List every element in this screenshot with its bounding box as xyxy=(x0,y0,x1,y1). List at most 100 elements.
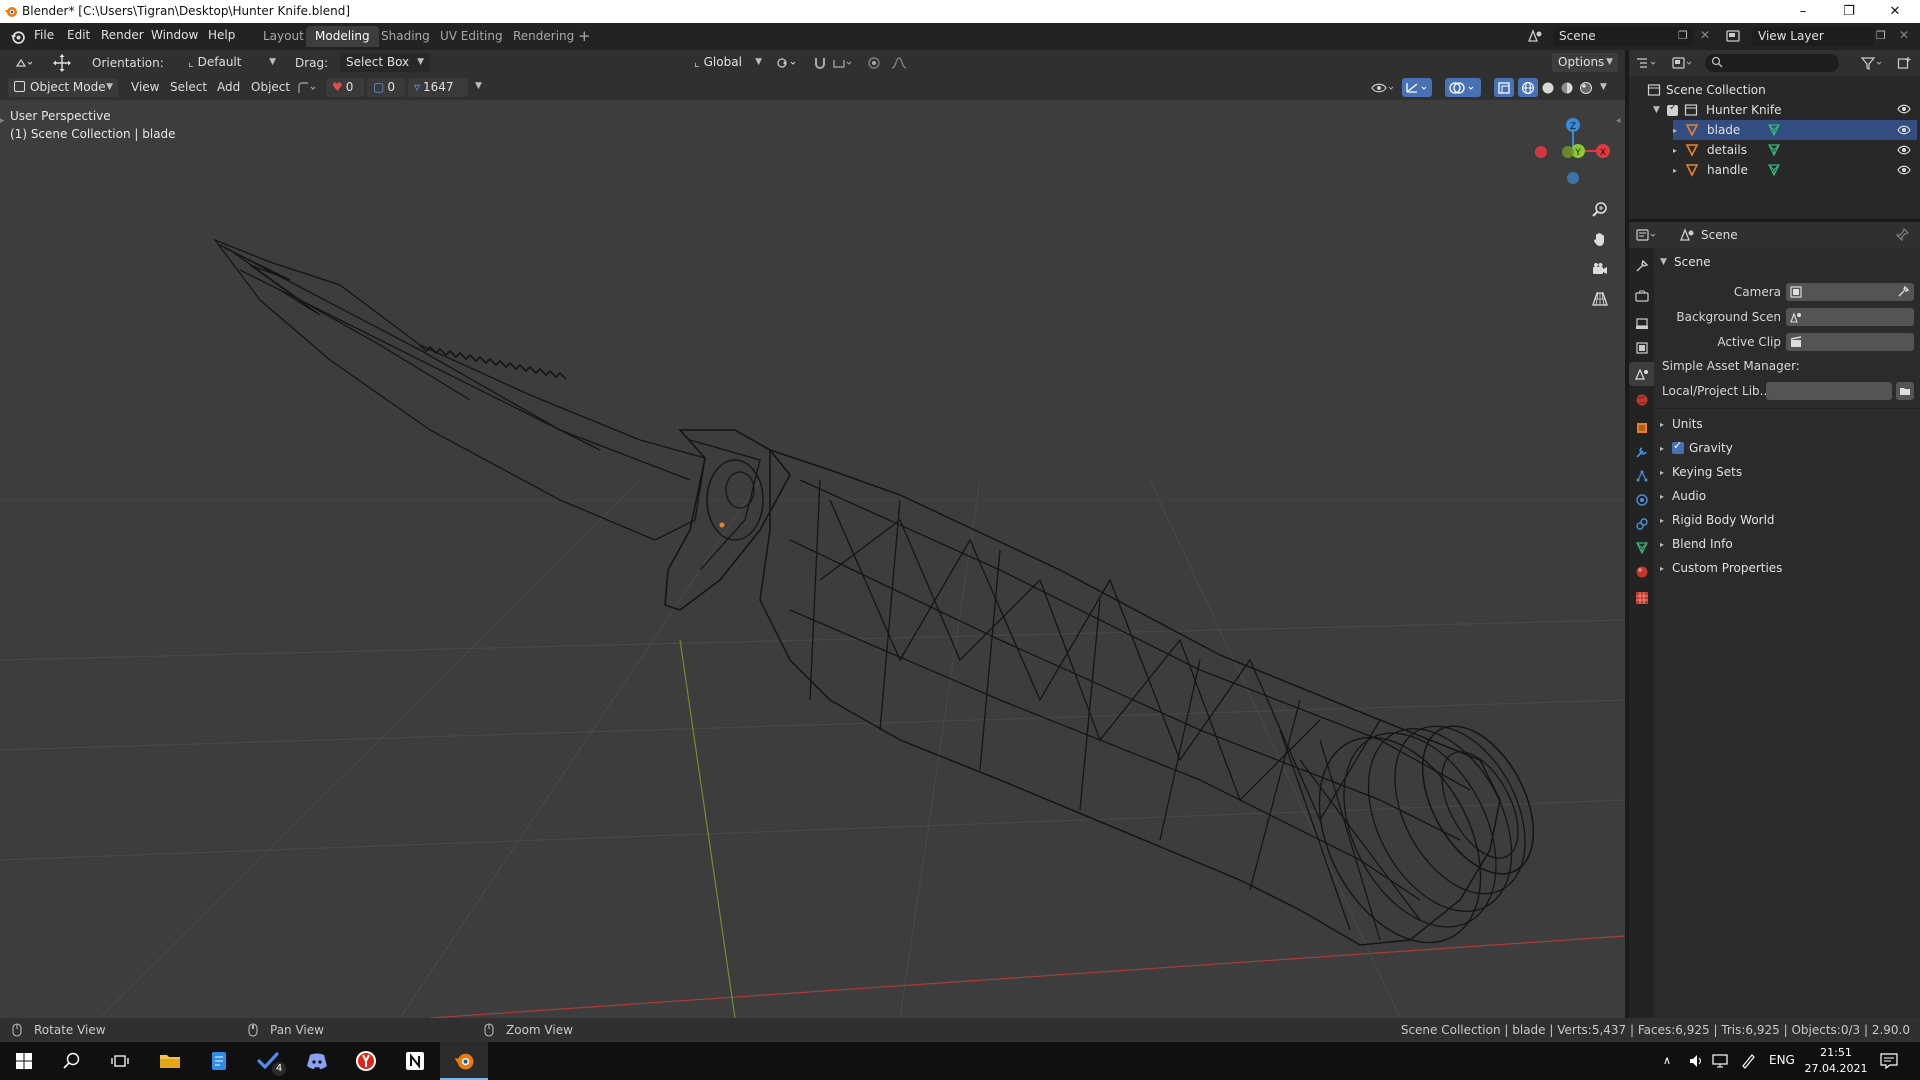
volume-icon[interactable] xyxy=(1688,1053,1704,1069)
local-library-field[interactable] xyxy=(1766,382,1892,400)
menu-view[interactable]: View xyxy=(131,80,159,94)
tab-uv-editing[interactable]: UV Editing xyxy=(431,26,512,47)
notion-app-icon[interactable] xyxy=(391,1042,439,1080)
pin-icon[interactable] xyxy=(1895,228,1909,242)
custom-properties-subpanel[interactable]: ▸ Custom Properties xyxy=(1660,556,1914,580)
camera-field[interactable] xyxy=(1786,283,1914,301)
background-scene-field[interactable] xyxy=(1786,308,1914,326)
outliner-object-row-blade[interactable]: ▸ blade xyxy=(1673,120,1917,140)
outliner-search-input[interactable] xyxy=(1705,54,1839,72)
mode-dropdown[interactable]: Object Mode ▼ xyxy=(8,78,118,97)
discord-app-icon[interactable] xyxy=(293,1042,341,1080)
outliner-collection-row[interactable]: ▼ ✓ Hunter Knife xyxy=(1653,100,1917,120)
outliner-object-row-handle[interactable]: ▸ handle xyxy=(1673,160,1917,180)
proportional-edit-icon[interactable] xyxy=(864,53,884,72)
blender-taskbar-icon[interactable] xyxy=(440,1042,488,1080)
solid-shading-icon[interactable] xyxy=(1538,78,1558,97)
overlays-toggle-icon[interactable] xyxy=(1445,78,1481,97)
clock-time[interactable]: 21:51 xyxy=(1806,1046,1866,1059)
stat-count-3[interactable]: ▿ 1647 xyxy=(408,78,468,97)
yandex-browser-icon[interactable] xyxy=(342,1042,390,1080)
select-mode-icon[interactable] xyxy=(294,78,322,97)
todo-app-icon[interactable]: 4 xyxy=(244,1042,292,1080)
view-layer-selector[interactable]: View Layer xyxy=(1752,27,1874,46)
new-scene-icon[interactable]: ❐ xyxy=(1678,29,1688,42)
3d-viewport[interactable]: User Perspective (1) Scene Collection | … xyxy=(0,100,1625,1018)
eye-icon[interactable] xyxy=(1897,164,1911,176)
scene-icon[interactable] xyxy=(1527,28,1543,44)
task-view-icon[interactable] xyxy=(96,1042,144,1080)
falloff-icon[interactable] xyxy=(888,53,916,72)
perspective-toggle-icon[interactable] xyxy=(1587,286,1613,312)
menu-file[interactable]: File xyxy=(30,28,58,42)
tab-modeling[interactable]: Modeling xyxy=(306,26,379,47)
blend-info-subpanel[interactable]: ▸ Blend Info xyxy=(1660,532,1914,556)
network-icon[interactable] xyxy=(1712,1053,1728,1069)
shading-options-chevron-icon[interactable]: ▼ xyxy=(1600,82,1607,92)
restore-button[interactable]: ❐ xyxy=(1826,0,1872,23)
outliner-object-row-details[interactable]: ▸ details xyxy=(1673,140,1917,160)
audio-subpanel[interactable]: ▸ Audio xyxy=(1660,484,1914,508)
physics-tab-icon[interactable] xyxy=(1629,488,1654,512)
pen-icon[interactable] xyxy=(1740,1053,1756,1069)
scene-panel-header[interactable]: ▼ Scene xyxy=(1660,250,1914,274)
editor-type-icon[interactable] xyxy=(10,53,38,72)
remove-view-layer-icon[interactable]: ✕ xyxy=(1899,28,1909,42)
navigation-gizmo[interactable]: Z X Y xyxy=(1532,108,1622,198)
tool-tab-icon[interactable] xyxy=(1629,254,1654,278)
folder-browse-icon[interactable] xyxy=(1896,382,1914,400)
eyedropper-icon[interactable] xyxy=(1897,285,1910,298)
outliner-root-row[interactable]: Scene Collection xyxy=(1647,80,1917,100)
view-layer-icon[interactable] xyxy=(1725,28,1741,44)
orientation-dropdown[interactable]: ⌞ Default ▼ xyxy=(182,53,282,72)
notifications-icon[interactable] xyxy=(1880,1053,1898,1069)
eye-icon[interactable] xyxy=(1897,124,1911,136)
display-mode-icon[interactable] xyxy=(1669,53,1699,72)
collection-checkbox[interactable]: ✓ xyxy=(1667,102,1678,116)
menu-edit[interactable]: Edit xyxy=(63,28,94,42)
particles-tab-icon[interactable] xyxy=(1629,464,1654,488)
tab-layout[interactable]: Layout xyxy=(254,26,313,47)
pivot-point-icon[interactable] xyxy=(772,53,802,72)
gizmo-toggle-icon[interactable] xyxy=(1402,78,1432,97)
outliner-editor-type-icon[interactable] xyxy=(1633,53,1663,72)
tray-expand-icon[interactable]: ∧ xyxy=(1663,1054,1671,1067)
menu-help[interactable]: Help xyxy=(204,28,239,42)
clock-date[interactable]: 27.04.2021 xyxy=(1802,1062,1870,1075)
remove-scene-icon[interactable]: ✕ xyxy=(1700,28,1710,42)
output-tab-icon[interactable] xyxy=(1629,312,1654,336)
taskbar-search-icon[interactable] xyxy=(48,1042,96,1080)
rigid-body-world-subpanel[interactable]: ▸ Rigid Body World xyxy=(1660,508,1914,532)
keying-sets-subpanel[interactable]: ▸ Keying Sets xyxy=(1660,460,1914,484)
close-button[interactable]: ✕ xyxy=(1872,0,1918,23)
world-tab-icon[interactable] xyxy=(1629,388,1654,412)
menu-render[interactable]: Render xyxy=(97,28,148,42)
stat-count-1[interactable]: ♥ 0 xyxy=(326,78,364,97)
language-indicator[interactable]: ENG xyxy=(1769,1053,1795,1067)
toolbar-expand-icon[interactable]: ▸ xyxy=(0,116,5,126)
filter-icon[interactable] xyxy=(1858,53,1888,72)
new-collection-icon[interactable] xyxy=(1894,53,1914,72)
notepad-app-icon[interactable] xyxy=(195,1042,243,1080)
gravity-subpanel[interactable]: ▸ ✓ Gravity xyxy=(1660,436,1914,460)
material-tab-icon[interactable] xyxy=(1629,560,1654,584)
texture-tab-icon[interactable] xyxy=(1629,586,1654,610)
blender-menu-icon[interactable] xyxy=(10,29,25,44)
menu-object[interactable]: Object xyxy=(251,80,290,94)
new-view-layer-icon[interactable]: ❐ xyxy=(1876,29,1886,42)
chevron-down-icon[interactable]: ▼ xyxy=(475,81,482,91)
xray-toggle-icon[interactable] xyxy=(1494,78,1514,97)
constraints-tab-icon[interactable] xyxy=(1629,512,1654,536)
menu-add[interactable]: Add xyxy=(217,80,240,94)
rendered-shading-icon[interactable] xyxy=(1576,78,1596,97)
tab-shading[interactable]: Shading xyxy=(372,26,439,47)
modifier-tab-icon[interactable] xyxy=(1629,440,1654,464)
scene-tab-icon[interactable] xyxy=(1629,362,1654,386)
menu-select[interactable]: Select xyxy=(170,80,207,94)
scene-selector[interactable]: Scene xyxy=(1553,27,1693,46)
drag-dropdown[interactable]: Select Box ▼ xyxy=(340,53,430,72)
render-tab-icon[interactable] xyxy=(1629,284,1654,308)
menu-window[interactable]: Window xyxy=(147,28,202,42)
view-layer-tab-icon[interactable] xyxy=(1629,336,1654,360)
snap-target-icon[interactable] xyxy=(830,53,858,72)
